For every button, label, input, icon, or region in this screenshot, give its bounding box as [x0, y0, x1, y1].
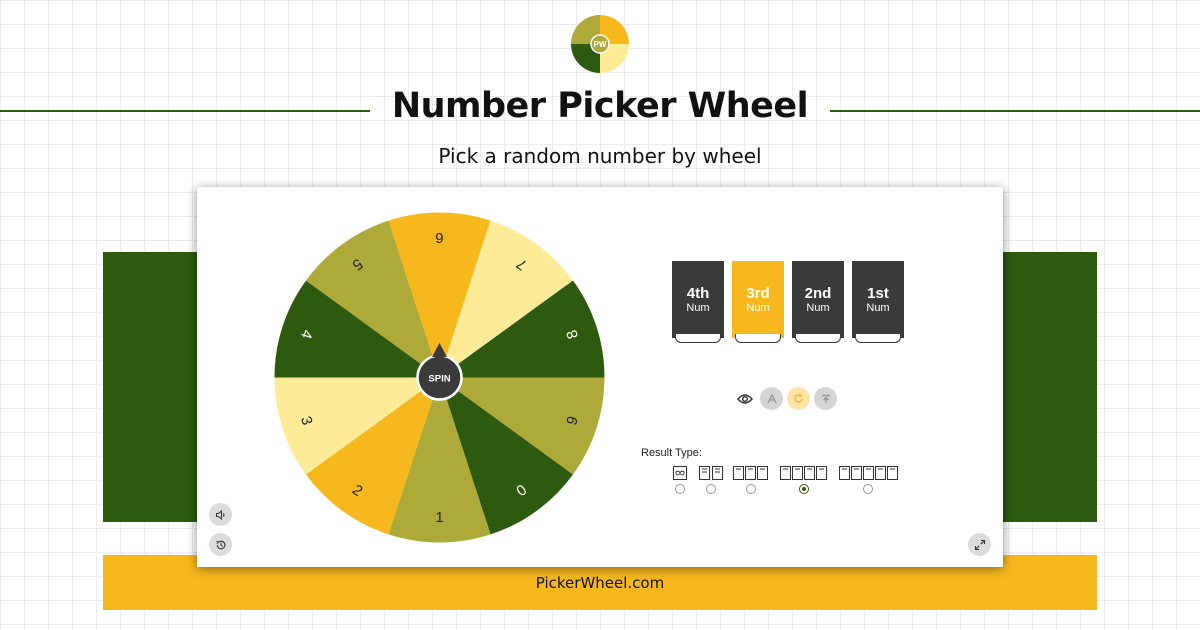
result-type-radio-3-digits[interactable] — [746, 484, 756, 494]
digit-place-display: 4th Num 3rd Num 2nd Num 1st Num — [672, 261, 904, 343]
digit-stand — [735, 334, 781, 343]
result-type-radio-2-digits[interactable] — [706, 484, 716, 494]
digit-stand — [675, 334, 721, 343]
digit-place-1st: 1st Num — [852, 261, 904, 343]
page-title: Number Picker Wheel — [391, 86, 809, 126]
reset-icon[interactable] — [787, 387, 810, 410]
number-wheel[interactable]: 6789012345 SPIN — [271, 209, 608, 546]
digit-place-label: 1st — [867, 284, 889, 302]
eye-icon[interactable] — [734, 388, 756, 410]
wheel-segment-label: 1 — [435, 509, 443, 526]
upload-icon[interactable] — [814, 387, 837, 410]
wheel-controls — [734, 387, 837, 410]
result-type-2-digits-icon[interactable] — [699, 466, 723, 480]
history-icon[interactable] — [209, 533, 232, 556]
digit-place-2nd: 2nd Num — [792, 261, 844, 343]
a-icon[interactable] — [760, 387, 783, 410]
fullscreen-icon[interactable] — [968, 533, 991, 556]
digit-place-label: 2nd — [804, 284, 832, 302]
wheel-card: 6789012345 SPIN 4th Num 3rd Num 2nd Num … — [197, 187, 1003, 567]
result-type-4-digits-icon[interactable] — [780, 466, 828, 480]
page-subtitle: Pick a random number by wheel — [438, 144, 762, 168]
result-type-radio-5-digits[interactable] — [863, 484, 873, 494]
result-type-infinite-icon[interactable] — [673, 466, 687, 480]
digit-place-sublabel: Num — [746, 301, 770, 314]
digit-stand — [795, 334, 841, 343]
result-type-3-digits-icon[interactable] — [733, 466, 769, 480]
result-type-5-digits-icon[interactable] — [839, 466, 899, 480]
digit-place-sublabel: Num — [866, 301, 890, 314]
wheel-segment-label: 6 — [435, 229, 443, 246]
digit-place-3rd: 3rd Num — [732, 261, 784, 343]
pickerwheel-logo: PW — [571, 15, 629, 73]
digit-place-sublabel: Num — [806, 301, 830, 314]
speaker-icon[interactable] — [209, 503, 232, 526]
spin-button-label[interactable]: SPIN — [428, 374, 450, 385]
result-type-radio-4-digits[interactable] — [799, 484, 809, 494]
digit-place-4th: 4th Num — [672, 261, 724, 343]
digit-place-sublabel: Num — [686, 301, 710, 314]
footer-site-name[interactable]: PickerWheel.com — [536, 574, 664, 592]
digit-place-label: 3rd — [746, 284, 770, 302]
logo-text: PW — [594, 40, 607, 49]
digit-place-label: 4th — [686, 284, 710, 302]
digit-stand — [855, 334, 901, 343]
result-type-label: Result Type: — [641, 447, 702, 459]
result-type-radio-infinite[interactable] — [675, 484, 685, 494]
